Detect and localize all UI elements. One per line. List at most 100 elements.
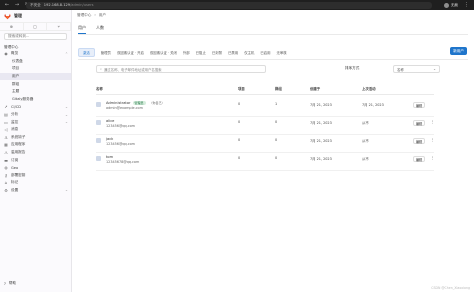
tab-cohorts[interactable]: 人数 [96,25,104,34]
bullhorn-icon: ◁ [4,127,8,133]
edit-button[interactable]: 编辑 [413,138,425,144]
more-actions-icon[interactable]: ⋮ [430,138,434,143]
back-icon[interactable]: ← [4,2,10,8]
edit-button[interactable]: 编辑 [413,120,425,126]
edit-button[interactable]: 编辑 [413,156,425,162]
sidebar-item[interactable]: 主题 [0,88,71,96]
avatar[interactable] [96,102,101,107]
user-name-link[interactable]: Administrator [106,101,131,105]
filter-tab[interactable]: 仅主机 [244,50,254,55]
new-item-icon[interactable]: ⊕ [0,23,24,30]
sidebar-item[interactable]: ➚ CI/CD ⌄ [0,103,71,111]
key-icon: ⚷ [4,172,8,178]
filter-tab[interactable]: 已禁用 [228,50,238,55]
user-email[interactable]: 12345678@qq.com [106,160,139,164]
filter-tab[interactable]: 双因素认证 · 开启 [117,50,144,55]
more-actions-icon[interactable]: ⋮ [430,156,434,161]
sidebar-item-label: 用户 [12,74,20,79]
sidebar-search-input[interactable]: 搜索或转到... [4,33,67,40]
avatar[interactable] [96,138,101,143]
user-name-cell: Administrator 管理员 （你自己） [106,101,167,105]
chevron-icon: ⌄ [64,112,68,117]
forward-icon[interactable]: → [14,2,20,8]
sidebar-item[interactable]: ⚷ 部署密钥 [0,172,71,180]
hook-icon: ⚓ [4,134,8,140]
help-label: 帮助 [8,281,17,285]
search-placeholder: 通过名称、电子邮件地址或用户名搜索 [103,67,162,72]
help-link[interactable]: ? 帮助 [4,281,16,286]
tab-users[interactable]: 用户 [78,25,86,34]
user-name-cell: jack [106,137,113,141]
sidebar-item[interactable]: ⚓ 系统钩子 [0,134,71,142]
user-email[interactable]: admin@example.com [106,106,143,110]
merge-requests-icon[interactable]: ⑂ [47,23,72,30]
sidebar-item[interactable]: 仪表盘 [0,58,71,66]
sidebar-item-label: CI/CD [11,104,22,109]
address-bar[interactable]: 不安全 192.168.8.129/admin/users [26,1,432,9]
breadcrumb: 管理中心 › 用户 [77,13,106,18]
sidebar-item[interactable]: ◉ 概览 ⌃ [0,50,71,58]
sidebar-item-label: 主题 [12,89,20,94]
user-search-input[interactable]: ⌕ 通过名称、电子邮件地址或用户名搜索 [96,65,266,73]
user-email[interactable]: 123456@qq.com [106,124,135,128]
sidebar-item[interactable]: ◁ 消息 [0,126,71,134]
table-header-divider [96,94,434,95]
filter-tab[interactable]: 外部 [183,50,190,55]
more-actions-icon[interactable]: ⋮ [430,120,434,125]
sidebar-item[interactable]: ⚠ 滥用报告 [0,149,71,157]
sort-dropdown[interactable]: 名称 ⌄ [393,65,440,73]
filter-tab[interactable]: 无审核 [277,50,287,55]
avatar[interactable] [96,120,101,125]
sidebar-item[interactable]: 群组 [0,80,71,88]
breadcrumb-users[interactable]: 用户 [99,13,106,18]
sidebar-item[interactable]: 用户 [0,72,71,81]
sidebar-item[interactable]: ◍ Geo [0,164,71,172]
sidebar-item-label: 系统钩子 [11,134,26,139]
sidebar-item-label: Geo [11,165,19,170]
user-name-link[interactable]: alice [106,119,114,123]
filter-tab[interactable]: 已封禁 [212,50,222,55]
user-name-link[interactable]: jack [106,137,113,141]
incognito-profile[interactable]: 无痕 [443,2,458,8]
warning-icon: ⚠ [4,150,8,156]
new-user-button[interactable]: 新用户 [450,47,467,55]
avatar[interactable] [96,156,101,161]
sidebar-item[interactable]: ▤ 分析 ⌄ [0,111,71,119]
column-header-last-activity[interactable]: 上次活动 [362,86,376,91]
chevron-icon: ⌃ [64,51,68,56]
groups-count: 0 [275,156,278,160]
breadcrumb-admin[interactable]: 管理中心 [77,13,91,18]
sidebar-nav: ◉ 概览 ⌃ 仪表盘项目 用户 群组 主题 Gitaly服务器 ➚ CI/CD ⌄ ▤ 分析 ⌄ ▭ 监控 ⌄ ◁… [0,50,71,194]
column-header-name[interactable]: 名称 [96,86,103,91]
sidebar-item[interactable]: ▬ 订阅 [0,156,71,164]
filter-tab[interactable]: 已阻止 [196,50,206,55]
sort-label: 排序方式 [345,66,360,70]
gitlab-logo-icon[interactable] [4,13,11,20]
url-host: 192.168.8.129 [43,3,71,7]
row-divider [96,152,434,153]
user-name-link[interactable]: tom [106,155,113,159]
filter-tab[interactable]: 双因素认证 · 关闭 [150,50,177,55]
user-name-cell: tom [106,155,113,159]
projects-count: 0 [238,120,241,124]
sidebar-item-label: 仪表盘 [12,58,23,63]
sidebar-item[interactable]: Gitaly服务器 [0,96,71,104]
filter-tab[interactable]: 已启用 [260,50,270,55]
filter-tab[interactable]: 管理员 [101,50,111,55]
sidebar-item[interactable]: ⌂ 标记 [0,179,71,187]
projects-count: 0 [238,138,241,142]
user-email[interactable]: 123456@qq.com [106,142,135,146]
edit-button[interactable]: 编辑 [413,102,425,108]
issues-icon[interactable]: ▢ [24,23,48,30]
sidebar-item[interactable]: 项目 [0,65,71,73]
browser-menu-icon[interactable]: ⋮ [464,2,469,8]
sidebar-item[interactable]: ▦ 应用程序 [0,141,71,149]
url-path: /admin/users [70,3,94,7]
main-content: 管理中心 › 用户 用户 人数 激活 管理员 双因素认证 · 开启 双因素认证 · 关… [72,10,474,292]
column-header-created[interactable]: 创建于 [310,86,320,91]
row-divider [96,134,434,135]
sidebar-item[interactable]: ▭ 监控 ⌄ [0,118,71,126]
sidebar-item[interactable]: ⚙ 设置 ⌄ [0,187,71,195]
sidebar-item-label: 应用程序 [11,142,26,147]
filter-tab[interactable]: 激活 [78,48,95,57]
